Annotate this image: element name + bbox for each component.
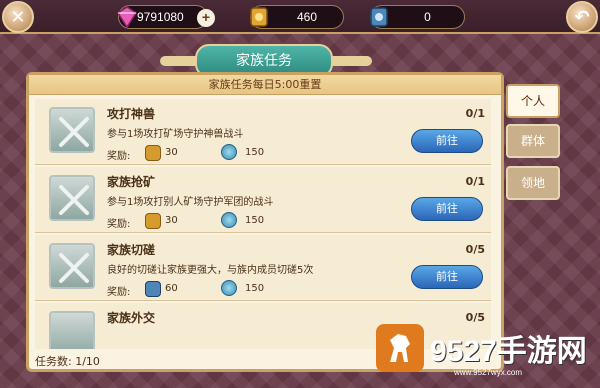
- gold-medal-icon: [145, 281, 161, 297]
- task-count-value: 1/10: [75, 355, 100, 368]
- reward-exp: 150: [245, 215, 265, 226]
- go-button[interactable]: 前往: [411, 197, 483, 221]
- task-thumbnail: [49, 107, 95, 153]
- task-name: 攻打神兽: [107, 107, 156, 121]
- horse-icon: [390, 334, 410, 362]
- task-row: 攻打神兽 参与1场攻打矿场守护神兽战斗 奖励: 30 150 0/1 前往: [35, 99, 491, 165]
- go-button[interactable]: 前往: [411, 265, 483, 289]
- top-bar: ✕ 9791080 + 460 0 ↶: [0, 0, 600, 34]
- gem-counter: 9791080 +: [116, 5, 215, 29]
- watermark-url: www.9527wyx.com: [454, 368, 523, 377]
- task-count-label: 任务数:: [35, 355, 72, 368]
- crossed-swords-icon: [59, 117, 89, 147]
- badge-counter: 0: [370, 5, 465, 29]
- reward-label: 奖励:: [107, 219, 131, 230]
- task-name: 家族外交: [107, 311, 156, 325]
- exp-orb-icon: [221, 280, 237, 296]
- task-progress: 0/1: [465, 107, 485, 120]
- gold-medal-icon: [145, 213, 161, 229]
- title-ornament-right: [328, 56, 372, 66]
- watermark: 9527手游网 www.9527wyx.com: [376, 322, 596, 384]
- close-button[interactable]: ✕: [2, 1, 34, 33]
- task-list[interactable]: 攻打神兽 参与1场攻打矿场守护神兽战斗 奖励: 30 150 0/1 前往 家族…: [35, 99, 491, 349]
- reward-exp: 150: [245, 283, 265, 294]
- exp-orb-icon: [221, 144, 237, 160]
- task-row: 家族抢矿 参与1场攻打别人矿场守护军团的战斗 奖励: 30 150 0/1 前往: [35, 167, 491, 233]
- task-name: 家族抢矿: [107, 175, 156, 189]
- task-name: 家族切磋: [107, 243, 156, 257]
- reward-exp: 150: [245, 147, 265, 158]
- tab-personal[interactable]: 个人: [506, 84, 560, 118]
- task-thumbnail: [49, 175, 95, 221]
- crossed-swords-icon: [59, 185, 89, 215]
- reward-gold: 30: [165, 215, 178, 226]
- task-progress: 0/5: [465, 243, 485, 256]
- badge-value: 0: [424, 10, 431, 24]
- gold-value: 460: [296, 10, 318, 24]
- crossed-swords-icon: [59, 253, 89, 283]
- add-gems-button[interactable]: +: [197, 9, 215, 27]
- task-thumbnail: [49, 311, 95, 349]
- back-button[interactable]: ↶: [566, 1, 598, 33]
- reward-label: 奖励:: [107, 151, 131, 162]
- task-count: 任务数: 1/10: [35, 353, 100, 369]
- tab-territory[interactable]: 领地: [506, 166, 560, 200]
- reward-label: 奖励:: [107, 287, 131, 298]
- gold-counter: 460: [250, 5, 344, 29]
- go-button[interactable]: 前往: [411, 129, 483, 153]
- tab-group[interactable]: 群体: [506, 124, 560, 158]
- task-thumbnail: [49, 243, 95, 289]
- horse-logo-icon: [376, 324, 424, 372]
- reset-notice: 家族任务每日5:00重置: [29, 75, 501, 95]
- gold-medal-icon: [145, 145, 161, 161]
- exp-orb-icon: [221, 212, 237, 228]
- task-description: 参与1场攻打别人矿场守护军团的战斗: [107, 197, 274, 208]
- task-progress: 0/1: [465, 175, 485, 188]
- task-description: 良好的切磋让家族更强大，与族内成员切磋5次: [107, 265, 314, 276]
- task-description: 参与1场攻打矿场守护神兽战斗: [107, 129, 244, 140]
- reward-gold: 60: [165, 283, 178, 294]
- reward-gold: 30: [165, 147, 178, 158]
- watermark-text: 9527手游网: [430, 335, 587, 368]
- task-row: 家族切磋 良好的切磋让家族更强大，与族内成员切磋5次 奖励: 60 150 0/…: [35, 235, 491, 301]
